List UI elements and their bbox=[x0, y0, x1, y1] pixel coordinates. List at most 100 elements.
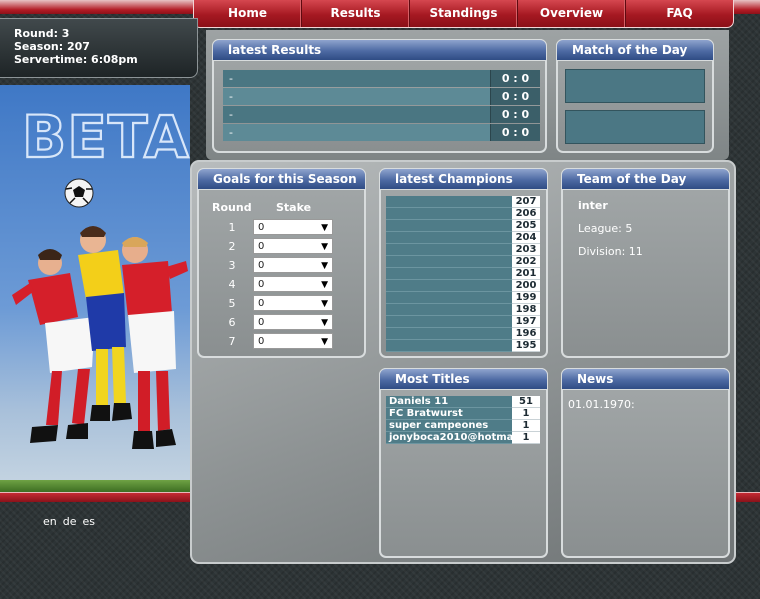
match-of-the-day-slot[interactable] bbox=[565, 110, 705, 144]
team-of-the-day-title: Team of the Day bbox=[561, 168, 730, 190]
champion-season: 196 bbox=[512, 328, 540, 340]
result-row[interactable]: - 0 : 0 bbox=[223, 124, 540, 141]
champion-team bbox=[386, 232, 512, 244]
team-of-the-day-name[interactable]: inter bbox=[578, 199, 608, 212]
lang-en[interactable]: en bbox=[43, 515, 57, 528]
champion-team bbox=[386, 304, 512, 316]
stake-select[interactable]: 0 ▼ bbox=[253, 257, 333, 273]
champion-team bbox=[386, 256, 512, 268]
result-team: - bbox=[229, 72, 233, 85]
nav-results[interactable]: Results bbox=[302, 0, 410, 27]
game-info-box: Round: 3 Season: 207 Servertime: 6:08pm bbox=[0, 18, 198, 78]
stake-value: 0 bbox=[258, 222, 265, 233]
champion-row[interactable]: 198 bbox=[386, 304, 540, 316]
goals-round-number: 5 bbox=[228, 297, 236, 310]
goals-round-header: Round bbox=[212, 201, 252, 214]
stake-value: 0 bbox=[258, 298, 265, 309]
champion-season: 199 bbox=[512, 292, 540, 304]
nav-home[interactable]: Home bbox=[194, 0, 302, 27]
champion-row[interactable]: 203 bbox=[386, 244, 540, 256]
most-titles-title: Most Titles bbox=[379, 368, 548, 390]
champion-row[interactable]: 200 bbox=[386, 280, 540, 292]
stake-select[interactable]: 0 ▼ bbox=[253, 219, 333, 235]
champion-season: 198 bbox=[512, 304, 540, 316]
most-titles-count: 51 bbox=[512, 396, 540, 408]
champion-row[interactable]: 202 bbox=[386, 256, 540, 268]
champion-row[interactable]: 204 bbox=[386, 232, 540, 244]
goals-season-title: Goals for this Season bbox=[197, 168, 366, 190]
latest-champions-title: latest Champions bbox=[379, 168, 548, 190]
stake-select[interactable]: 0 ▼ bbox=[253, 295, 333, 311]
nav-faq[interactable]: FAQ bbox=[626, 0, 733, 27]
news-box: News bbox=[561, 368, 730, 558]
stake-value: 0 bbox=[258, 336, 265, 347]
players-illustration: BETA bbox=[12, 102, 190, 449]
news-date: 01.01.1970: bbox=[568, 398, 635, 411]
champion-row[interactable]: 206 bbox=[386, 208, 540, 220]
most-titles-row[interactable]: FC Bratwurst 1 bbox=[386, 408, 540, 420]
champion-season: 200 bbox=[512, 280, 540, 292]
most-titles-row[interactable]: Daniels 11 51 bbox=[386, 396, 540, 408]
goals-round-number: 6 bbox=[228, 316, 236, 329]
champion-row[interactable]: 195 bbox=[386, 340, 540, 352]
champion-season: 203 bbox=[512, 244, 540, 256]
most-titles-count: 1 bbox=[512, 408, 540, 420]
round-label: Round: 3 bbox=[14, 27, 70, 40]
champion-team bbox=[386, 280, 512, 292]
most-titles-row[interactable]: super campeones 1 bbox=[386, 420, 540, 432]
lang-es[interactable]: es bbox=[83, 515, 96, 528]
most-titles-team: FC Bratwurst bbox=[386, 408, 512, 420]
result-row[interactable]: - 0 : 0 bbox=[223, 70, 540, 87]
result-team: - bbox=[229, 90, 233, 103]
season-label: Season: 207 bbox=[14, 40, 90, 53]
stake-select[interactable]: 0 ▼ bbox=[253, 238, 333, 254]
latest-results-title: latest Results bbox=[212, 39, 547, 61]
caret-down-icon: ▼ bbox=[321, 242, 328, 252]
grass-strip bbox=[0, 480, 190, 492]
champion-season: 205 bbox=[512, 220, 540, 232]
beta-logo: BETA bbox=[22, 103, 190, 171]
champion-team bbox=[386, 196, 512, 208]
team-of-the-day-league: League: 5 bbox=[578, 222, 633, 235]
champion-season: 206 bbox=[512, 208, 540, 220]
caret-down-icon: ▼ bbox=[321, 261, 328, 271]
result-team: - bbox=[229, 126, 233, 139]
match-of-the-day-slot[interactable] bbox=[565, 69, 705, 103]
champion-row[interactable]: 201 bbox=[386, 268, 540, 280]
stake-value: 0 bbox=[258, 241, 265, 252]
champion-row[interactable]: 205 bbox=[386, 220, 540, 232]
news-title: News bbox=[561, 368, 730, 390]
match-of-the-day-title: Match of the Day bbox=[556, 39, 714, 61]
most-titles-count: 1 bbox=[512, 420, 540, 432]
team-of-the-day-box: Team of the Day bbox=[561, 168, 730, 358]
champion-row[interactable]: 197 bbox=[386, 316, 540, 328]
main-nav: Home Results Standings Overview FAQ bbox=[193, 0, 734, 28]
champion-row[interactable]: 199 bbox=[386, 292, 540, 304]
stake-select[interactable]: 0 ▼ bbox=[253, 314, 333, 330]
caret-down-icon: ▼ bbox=[321, 223, 328, 233]
nav-standings[interactable]: Standings bbox=[410, 0, 518, 27]
stake-value: 0 bbox=[258, 260, 265, 271]
champion-season: 197 bbox=[512, 316, 540, 328]
champion-row[interactable]: 196 bbox=[386, 328, 540, 340]
lang-de[interactable]: de bbox=[63, 515, 77, 528]
stake-value: 0 bbox=[258, 317, 265, 328]
result-row[interactable]: - 0 : 0 bbox=[223, 88, 540, 105]
stake-select[interactable]: 0 ▼ bbox=[253, 333, 333, 349]
champion-season: 207 bbox=[512, 196, 540, 208]
nav-overview[interactable]: Overview bbox=[518, 0, 626, 27]
champion-season: 195 bbox=[512, 340, 540, 352]
champion-team bbox=[386, 244, 512, 256]
stake-select[interactable]: 0 ▼ bbox=[253, 276, 333, 292]
champion-row[interactable]: 207 bbox=[386, 196, 540, 208]
result-score: 0 : 0 bbox=[490, 88, 540, 105]
soccer-photo: BETA bbox=[0, 85, 190, 492]
caret-down-icon: ▼ bbox=[321, 318, 328, 328]
champion-team bbox=[386, 328, 512, 340]
language-switcher: en de es bbox=[43, 515, 95, 528]
most-titles-team: jonyboca2010@hotma bbox=[386, 432, 512, 444]
servertime-label: Servertime: 6:08pm bbox=[14, 53, 138, 66]
result-row[interactable]: - 0 : 0 bbox=[223, 106, 540, 123]
result-score: 0 : 0 bbox=[490, 124, 540, 141]
most-titles-row[interactable]: jonyboca2010@hotma 1 bbox=[386, 432, 540, 444]
